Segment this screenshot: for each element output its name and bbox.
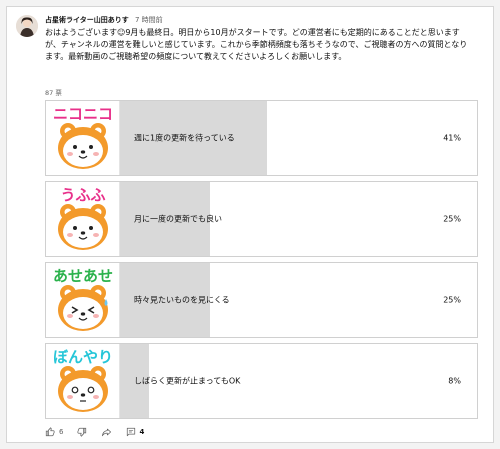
- comment-button[interactable]: 4: [126, 427, 144, 437]
- poll-option-thumbnail: あせあせ: [46, 263, 120, 337]
- thumb-caption: ぼんやり: [53, 348, 113, 366]
- poll-option-percent: 25%: [443, 214, 461, 224]
- bear-stamp-icon: ニコニコ: [53, 105, 113, 169]
- bear-stamp-icon: うふふ: [58, 186, 108, 250]
- poll-option-thumbnail: うふふ: [46, 182, 120, 256]
- dislike-button[interactable]: [77, 427, 87, 437]
- poll-option-percent: 25%: [443, 295, 461, 305]
- channel-avatar[interactable]: [16, 15, 38, 37]
- poll-option-thumbnail: ぼんやり: [46, 344, 120, 418]
- comment-icon: [127, 427, 136, 437]
- poll-option-percent: 41%: [443, 133, 461, 143]
- poll-option[interactable]: うふふ 月に一度の更新でも良い 25%: [45, 181, 478, 257]
- poll-option-thumbnail: ニコニコ: [46, 101, 120, 175]
- post-text: おはようございます☺9月も最終日。明日から10月がスタートです。どの運営者にも定…: [45, 28, 468, 61]
- like-count: 6: [59, 428, 64, 436]
- poll-option[interactable]: ニコニコ 週に1度の更新を待っている 41%: [45, 100, 478, 176]
- poll-option-label: 時々見たいものを見にくる: [134, 295, 230, 305]
- poll-option-label: しばらく更新が止まってもOK: [134, 376, 241, 386]
- share-button[interactable]: [101, 427, 112, 437]
- thumbs-up-icon: [45, 427, 55, 437]
- bear-stamp-icon: ぼんやり: [53, 348, 113, 412]
- poll-option-label: 週に1度の更新を待っている: [134, 133, 235, 143]
- action-bar: 6 4: [45, 425, 144, 439]
- thumb-caption: ニコニコ: [53, 105, 113, 123]
- channel-name[interactable]: 占星術ライター山田ありす: [45, 16, 129, 24]
- post-header: 占星術ライター山田ありす 7 時間前: [45, 16, 163, 25]
- comment-count: 4: [139, 428, 145, 436]
- post-time[interactable]: 7 時間前: [135, 16, 163, 24]
- vote-count: 87 票: [45, 89, 62, 97]
- thumb-caption: うふふ: [60, 186, 105, 204]
- thumb-caption: あせあせ: [53, 267, 113, 285]
- community-post-card: 占星術ライター山田ありす 7 時間前 おはようございます☺9月も最終日。明日から…: [6, 6, 494, 443]
- poll-option-label: 月に一度の更新でも良い: [134, 214, 222, 224]
- poll-option[interactable]: あせあせ 時々見たいものを見にくる 25%: [45, 262, 478, 338]
- bear-stamp-icon: あせあせ: [53, 267, 113, 331]
- share-icon: [102, 428, 112, 437]
- poll-option[interactable]: ぼんやり しばらく更新が止まってもOK 8%: [45, 343, 478, 419]
- thumbs-down-icon: [77, 427, 87, 437]
- poll-option-percent: 8%: [448, 376, 461, 386]
- like-button[interactable]: 6: [45, 427, 77, 437]
